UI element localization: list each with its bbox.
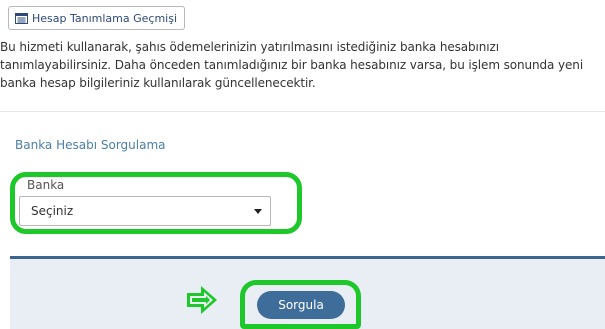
history-button-label: Hesap Tanımlama Geçmişi — [32, 11, 178, 25]
highlight-box-bank-field — [10, 172, 302, 234]
intro-text: Bu hizmeti kullanarak, şahıs ödemelerini… — [0, 40, 584, 90]
list-table-icon — [15, 12, 28, 24]
divider — [0, 111, 605, 112]
query-button[interactable]: Sorgula — [257, 291, 345, 319]
arrow-right-icon — [187, 286, 217, 314]
history-button[interactable]: Hesap Tanımlama Geçmişi — [8, 6, 186, 30]
section-title: Banka Hesabı Sorgulama — [15, 138, 166, 152]
